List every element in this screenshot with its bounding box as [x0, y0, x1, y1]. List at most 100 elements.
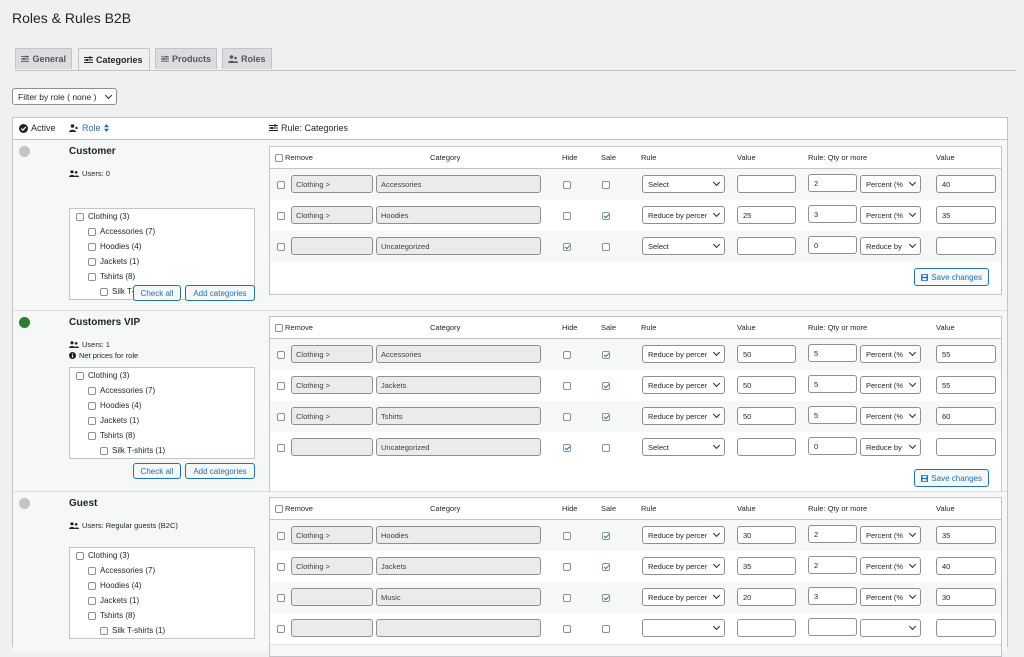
select-all-checkbox[interactable]: [275, 323, 283, 332]
hide-checkbox[interactable]: [563, 181, 571, 189]
qty-input[interactable]: 5: [808, 406, 857, 424]
category-checkbox[interactable]: [76, 212, 84, 221]
qty-rule-select[interactable]: Reduce by: [860, 237, 921, 255]
value2-input[interactable]: 35: [936, 206, 996, 224]
category-item[interactable]: Jackets (1): [88, 257, 139, 266]
hide-checkbox[interactable]: [563, 563, 571, 571]
hide-checkbox[interactable]: [563, 382, 571, 390]
value2-input[interactable]: [936, 619, 996, 637]
select-all-checkbox[interactable]: [275, 504, 283, 513]
category-item[interactable]: Hoodies (4): [88, 581, 141, 590]
select-all-checkbox[interactable]: [275, 153, 283, 162]
add-categories-button[interactable]: Add categories: [185, 463, 255, 479]
hide-checkbox[interactable]: [563, 625, 571, 633]
value2-input[interactable]: 40: [936, 557, 996, 575]
sale-checkbox[interactable]: [602, 413, 610, 421]
sale-checkbox[interactable]: [602, 351, 610, 359]
category-item[interactable]: Tshirts (8): [88, 431, 135, 440]
value2-input[interactable]: 55: [936, 345, 996, 363]
category-item[interactable]: Accessories (7): [88, 386, 155, 395]
category-item[interactable]: Silk T-shirts (1): [100, 626, 165, 635]
category-checkbox[interactable]: [88, 257, 96, 266]
category-checkbox[interactable]: [88, 401, 96, 410]
qty-input[interactable]: 5: [808, 344, 857, 362]
sale-checkbox[interactable]: [602, 382, 610, 390]
hide-checkbox[interactable]: [563, 413, 571, 421]
category-checkbox[interactable]: [76, 551, 84, 560]
qty-rule-select[interactable]: [860, 619, 921, 637]
remove-checkbox[interactable]: [277, 532, 285, 540]
qty-rule-select[interactable]: Percent (%: [860, 376, 921, 394]
qty-rule-select[interactable]: Percent (%: [860, 588, 921, 606]
hide-checkbox[interactable]: [563, 243, 571, 251]
category-checkbox[interactable]: [88, 227, 96, 236]
tab-roles[interactable]: Roles: [222, 48, 272, 69]
qty-input[interactable]: 2: [808, 174, 857, 192]
remove-checkbox[interactable]: [277, 351, 285, 359]
hide-checkbox[interactable]: [563, 444, 571, 452]
value-input[interactable]: [737, 619, 796, 637]
role-filter-select[interactable]: Filter by role ( none ): [12, 88, 117, 105]
value2-input[interactable]: 40: [936, 175, 996, 193]
qty-rule-select[interactable]: Percent (%: [860, 206, 921, 224]
qty-input[interactable]: 0: [808, 236, 857, 254]
category-checkbox[interactable]: [88, 581, 96, 590]
category-checkbox[interactable]: [88, 242, 96, 251]
rule-select[interactable]: Select: [642, 237, 725, 255]
qty-input[interactable]: 2: [808, 556, 857, 574]
save-changes-button[interactable]: Save changes: [914, 469, 989, 487]
value2-input[interactable]: 35: [936, 526, 996, 544]
rule-select[interactable]: Reduce by percer: [642, 376, 725, 394]
rule-select[interactable]: Reduce by percer: [642, 557, 725, 575]
rule-select[interactable]: Reduce by percer: [642, 588, 725, 606]
value2-input[interactable]: [936, 438, 996, 456]
sale-checkbox[interactable]: [602, 625, 610, 633]
value-input[interactable]: 50: [737, 376, 796, 394]
value2-input[interactable]: [936, 237, 996, 255]
qty-input[interactable]: 3: [808, 205, 857, 223]
remove-checkbox[interactable]: [277, 444, 285, 452]
hide-checkbox[interactable]: [563, 594, 571, 602]
category-item[interactable]: Clothing (3): [76, 551, 129, 560]
value-input[interactable]: 30: [737, 526, 796, 544]
rule-select[interactable]: Select: [642, 175, 725, 193]
sale-checkbox[interactable]: [602, 444, 610, 452]
category-checkbox[interactable]: [100, 287, 108, 296]
qty-rule-select[interactable]: Percent (%: [860, 526, 921, 544]
sale-checkbox[interactable]: [602, 563, 610, 571]
tab-general[interactable]: General: [15, 48, 72, 69]
value-input[interactable]: 20: [737, 588, 796, 606]
remove-checkbox[interactable]: [277, 181, 285, 189]
rule-select[interactable]: Reduce by percer: [642, 526, 725, 544]
value-input[interactable]: [737, 438, 796, 456]
value2-input[interactable]: 30: [936, 588, 996, 606]
value-input[interactable]: 25: [737, 206, 796, 224]
add-categories-button[interactable]: Add categories: [185, 285, 255, 301]
sale-checkbox[interactable]: [602, 243, 610, 251]
category-item[interactable]: Clothing (3): [76, 212, 129, 221]
category-item[interactable]: Clothing (3): [76, 371, 129, 380]
category-checkbox[interactable]: [88, 596, 96, 605]
category-item[interactable]: Silk T-shirts (1): [100, 446, 165, 455]
check-all-button[interactable]: Check all: [133, 285, 181, 301]
value-input[interactable]: 50: [737, 407, 796, 425]
category-checkbox[interactable]: [88, 566, 96, 575]
save-changes-button[interactable]: Save changes: [914, 268, 989, 286]
value2-input[interactable]: 55: [936, 376, 996, 394]
value-input[interactable]: [737, 237, 796, 255]
qty-input[interactable]: 2: [808, 525, 857, 543]
qty-rule-select[interactable]: Percent (%: [860, 407, 921, 425]
hide-checkbox[interactable]: [563, 212, 571, 220]
sale-checkbox[interactable]: [602, 532, 610, 540]
remove-checkbox[interactable]: [277, 625, 285, 633]
category-checkbox[interactable]: [88, 611, 96, 620]
category-checkbox[interactable]: [88, 416, 96, 425]
category-item[interactable]: Accessories (7): [88, 566, 155, 575]
category-checkbox[interactable]: [100, 446, 108, 455]
value2-input[interactable]: 60: [936, 407, 996, 425]
qty-input[interactable]: [808, 618, 857, 636]
category-checkbox[interactable]: [76, 371, 84, 380]
category-item[interactable]: Hoodies (4): [88, 401, 141, 410]
category-checkbox[interactable]: [88, 386, 96, 395]
qty-input[interactable]: 3: [808, 587, 857, 605]
